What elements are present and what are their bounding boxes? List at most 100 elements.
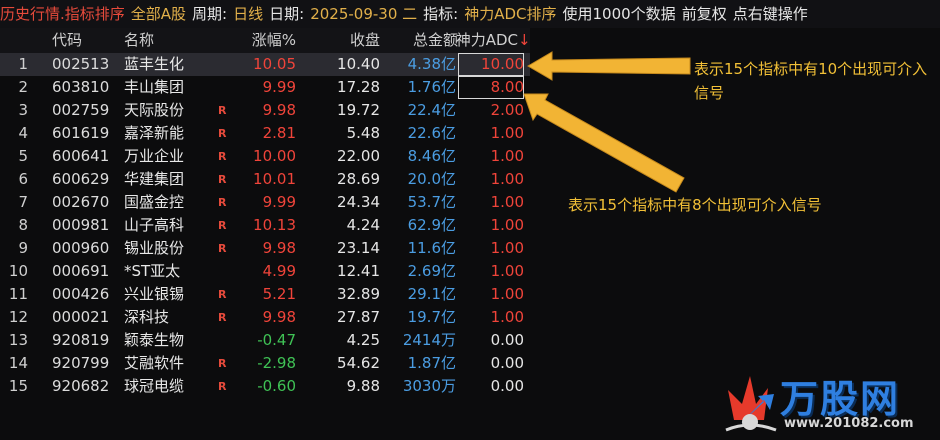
stock-code: 920819 (52, 331, 110, 349)
change-percent: 9.99 (262, 78, 296, 96)
turnover-amount: 19.7亿 (407, 308, 456, 326)
window-title: 历史行情.指标排序 (0, 5, 125, 23)
table-row[interactable]: 7 002670 国盛金控 R 9.99 24.34 53.7亿 1.00 (0, 191, 530, 214)
stock-name: 山子高科 (124, 216, 185, 234)
table-header: 代码 名称 涨幅% 收盘 总金额 神力ADC ↓ (0, 28, 531, 53)
margin-trading-badge: R (218, 242, 227, 255)
stock-name: 球冠电缆 (124, 377, 185, 395)
adjust-option[interactable]: 前复权 (682, 5, 727, 23)
table-row[interactable]: 2 603810 丰山集团 9.99 17.28 1.76亿 8.00 (0, 76, 530, 99)
table-row[interactable]: 8 000981 山子高科 R 10.13 4.24 62.9亿 1.00 (0, 214, 530, 237)
row-index: 13 (8, 331, 28, 349)
watermark-brand: 万股网 (780, 377, 901, 421)
close-price: 22.00 (337, 147, 380, 165)
column-header-adc[interactable]: 神力ADC (454, 28, 518, 53)
data-count: 使用1000个数据 (562, 5, 676, 23)
margin-trading-badge: R (218, 150, 227, 163)
stock-name: 天际股份 (124, 101, 185, 119)
close-price: 19.72 (337, 101, 380, 119)
turnover-amount: 20.0亿 (407, 170, 456, 188)
adc-score: 1.00 (490, 170, 524, 188)
stock-name: 华建集团 (124, 170, 185, 188)
table-row[interactable]: 4 601619 嘉泽新能 R 2.81 5.48 22.6亿 1.00 (0, 122, 530, 145)
change-percent: -2.98 (257, 354, 296, 372)
table-row[interactable]: 13 920819 颖泰生物 -0.47 4.25 2414万 0.00 (0, 329, 530, 352)
margin-trading-badge: R (218, 104, 227, 117)
table-row[interactable]: 10 000691 *ST亚太 4.99 12.41 2.69亿 1.00 (0, 260, 530, 283)
stock-name: 蓝丰生化 (124, 55, 185, 73)
watermark-logo: 万股网 www.201082.com (720, 368, 930, 436)
arrow-2-icon (523, 93, 685, 193)
close-price: 5.48 (346, 124, 380, 142)
table-row[interactable]: 3 002759 天际股份 R 9.98 19.72 22.4亿 2.00 (0, 99, 530, 122)
turnover-amount: 22.6亿 (407, 124, 456, 142)
close-price: 27.87 (337, 308, 380, 326)
indicator-selector[interactable]: 神力ADC排序 (464, 5, 556, 23)
close-price: 10.40 (337, 55, 380, 73)
adc-score: 2.00 (490, 101, 524, 119)
stock-code: 002513 (52, 55, 110, 73)
table-row[interactable]: 11 000426 兴业银锡 R 5.21 32.89 29.1亿 1.00 (0, 283, 530, 306)
change-percent: 2.81 (262, 124, 296, 142)
change-percent: 9.98 (262, 239, 296, 257)
table-row[interactable]: 14 920799 艾融软件 R -2.98 54.62 1.87亿 0.00 (0, 352, 530, 375)
stock-name: 丰山集团 (124, 78, 185, 96)
stock-code: 600629 (52, 170, 110, 188)
table-row[interactable]: 12 000021 深科技 R 9.98 27.87 19.7亿 1.00 (0, 306, 530, 329)
margin-trading-badge: R (218, 380, 227, 393)
row-index: 11 (8, 285, 28, 303)
column-header-code[interactable]: 代码 (52, 28, 122, 53)
turnover-amount: 22.4亿 (407, 101, 456, 119)
table-row[interactable]: 1 002513 蓝丰生化 10.05 10.40 4.38亿 10.00 (0, 53, 530, 76)
table-row[interactable]: 5 600641 万业企业 R 10.00 22.00 8.46亿 1.00 (0, 145, 530, 168)
column-header-amount[interactable]: 总金额 (386, 28, 458, 53)
column-header-change-pct[interactable]: 涨幅% (232, 28, 296, 53)
indicator-label: 指标: (423, 5, 459, 23)
margin-trading-badge: R (218, 127, 227, 140)
close-price: 9.88 (346, 377, 380, 395)
column-header-name[interactable]: 名称 (124, 28, 214, 53)
table-row[interactable]: 9 000960 锡业股份 R 9.98 23.14 11.6亿 1.00 (0, 237, 530, 260)
annotation-note-1: 表示15个指标中有10个出现可介入信号 (694, 60, 928, 102)
margin-trading-badge: R (218, 357, 227, 370)
row-index: 14 (8, 354, 28, 372)
adc-score: 1.00 (490, 262, 524, 280)
turnover-amount: 29.1亿 (407, 285, 456, 303)
stock-code: 000691 (52, 262, 110, 280)
period-label: 周期: (192, 5, 228, 23)
adc-score: 1.00 (490, 216, 524, 234)
row-index: 9 (18, 239, 28, 257)
title-bar: 历史行情.指标排序 全部A股 周期: 日线 日期: 2025-09-30 二指标: 神力AD… (0, 0, 940, 28)
close-price: 24.34 (337, 193, 380, 211)
turnover-amount: 11.6亿 (407, 239, 456, 257)
date-selector[interactable]: 2025-09-30 二 (310, 5, 417, 23)
row-index: 4 (18, 124, 28, 142)
adc-score: 0.00 (490, 377, 524, 395)
turnover-amount: 53.7亿 (407, 193, 456, 211)
turnover-amount: 1.76亿 (407, 78, 456, 96)
sort-desc-icon: ↓ (518, 31, 531, 49)
stock-name: 万业企业 (124, 147, 185, 165)
adc-score: 1.00 (490, 285, 524, 303)
period-selector[interactable]: 日线 (233, 5, 263, 23)
stock-code: 600641 (52, 147, 110, 165)
arrow-1-icon (527, 51, 691, 81)
market-selector[interactable]: 全部A股 (131, 5, 186, 23)
stock-code: 002759 (52, 101, 110, 119)
close-price: 32.89 (337, 285, 380, 303)
change-percent: 5.21 (262, 285, 296, 303)
row-index: 10 (8, 262, 28, 280)
close-price: 28.69 (337, 170, 380, 188)
table-row[interactable]: 6 600629 华建集团 R 10.01 28.69 20.0亿 1.00 (0, 168, 530, 191)
margin-trading-badge: R (218, 173, 227, 186)
column-header-close[interactable]: 收盘 (300, 28, 380, 53)
margin-trading-badge: R (218, 311, 227, 324)
row-index: 12 (8, 308, 28, 326)
table-row[interactable]: 15 920682 球冠电缆 R -0.60 9.88 3030万 0.00 (0, 375, 530, 398)
stock-code: 601619 (52, 124, 110, 142)
adc-score: 1.00 (490, 308, 524, 326)
margin-trading-badge: R (218, 219, 227, 232)
adc-score: 8.00 (458, 76, 524, 99)
close-price: 54.62 (337, 354, 380, 372)
adc-score: 1.00 (490, 124, 524, 142)
